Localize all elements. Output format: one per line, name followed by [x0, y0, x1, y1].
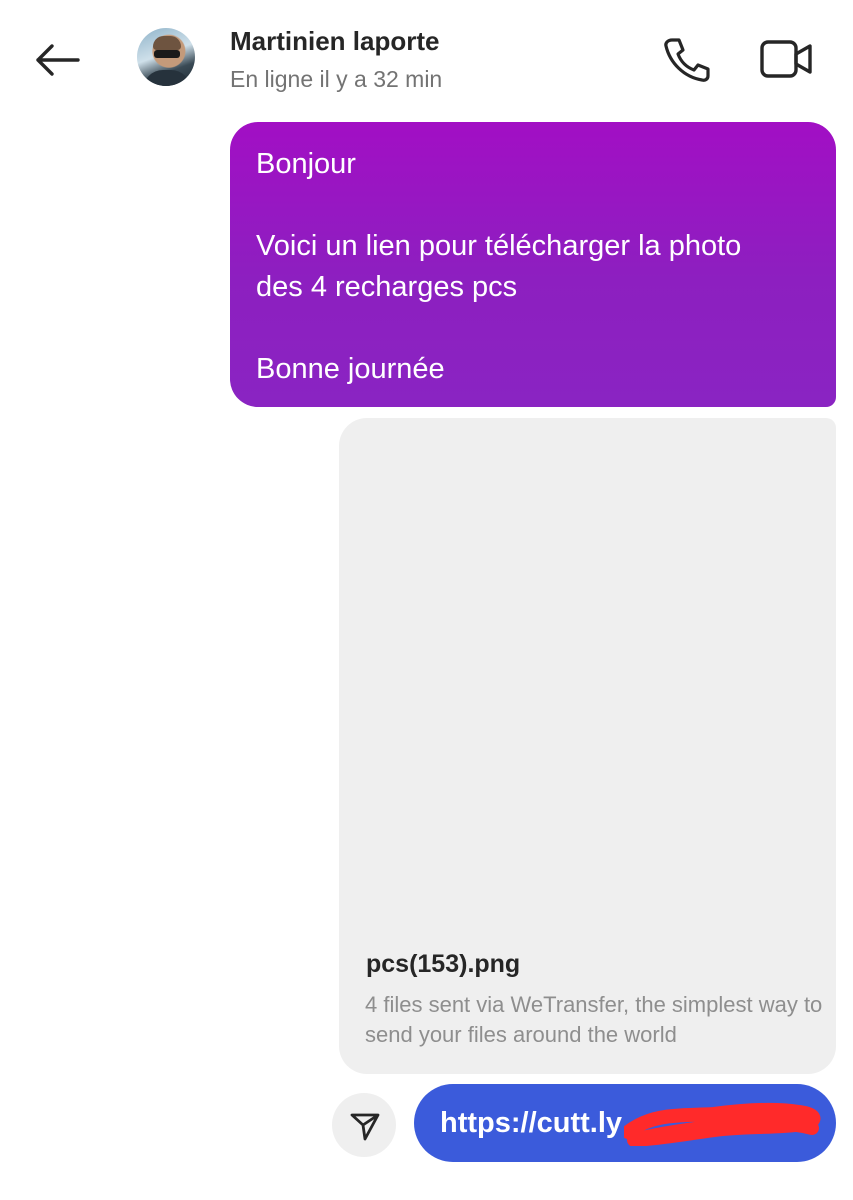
- avatar-sunglasses: [154, 50, 180, 58]
- attachment-preview-card[interactable]: pcs(153).png 4 files sent via WeTransfer…: [339, 418, 836, 1074]
- share-button[interactable]: [332, 1093, 396, 1157]
- link-message-bubble[interactable]: https://cutt.ly: [414, 1084, 836, 1162]
- video-camera-icon: [760, 40, 812, 78]
- voice-call-button[interactable]: [658, 34, 712, 84]
- message-line: des 4 recharges pcs: [256, 271, 518, 303]
- message-line: Voici un lien pour télécharger la photo: [256, 230, 742, 262]
- send-paper-plane-icon: [350, 1113, 380, 1141]
- message-line: Bonne journée: [256, 353, 445, 385]
- video-call-button[interactable]: [758, 36, 816, 82]
- chat-header: Martinien laporte En ligne il y a 32 min: [0, 0, 853, 118]
- link-text[interactable]: https://cutt.ly: [440, 1107, 622, 1139]
- message-line: Bonjour: [256, 148, 356, 180]
- avatar-shoulders: [143, 70, 191, 86]
- attachment-title: pcs(153).png: [366, 950, 521, 978]
- phone-icon: [664, 38, 710, 82]
- message-bubble-text[interactable]: Bonjour Voici un lien pour télécharger l…: [230, 122, 836, 407]
- back-arrow-icon: [36, 44, 80, 76]
- attachment-description: 4 files sent via WeTransfer, the simples…: [365, 992, 823, 1047]
- avatar-hair: [153, 36, 181, 50]
- avatar[interactable]: [137, 28, 195, 86]
- redaction-scribble: [624, 1102, 821, 1146]
- back-button[interactable]: [30, 38, 84, 82]
- contact-status: En ligne il y a 32 min: [230, 66, 443, 92]
- contact-name[interactable]: Martinien laporte: [230, 26, 439, 57]
